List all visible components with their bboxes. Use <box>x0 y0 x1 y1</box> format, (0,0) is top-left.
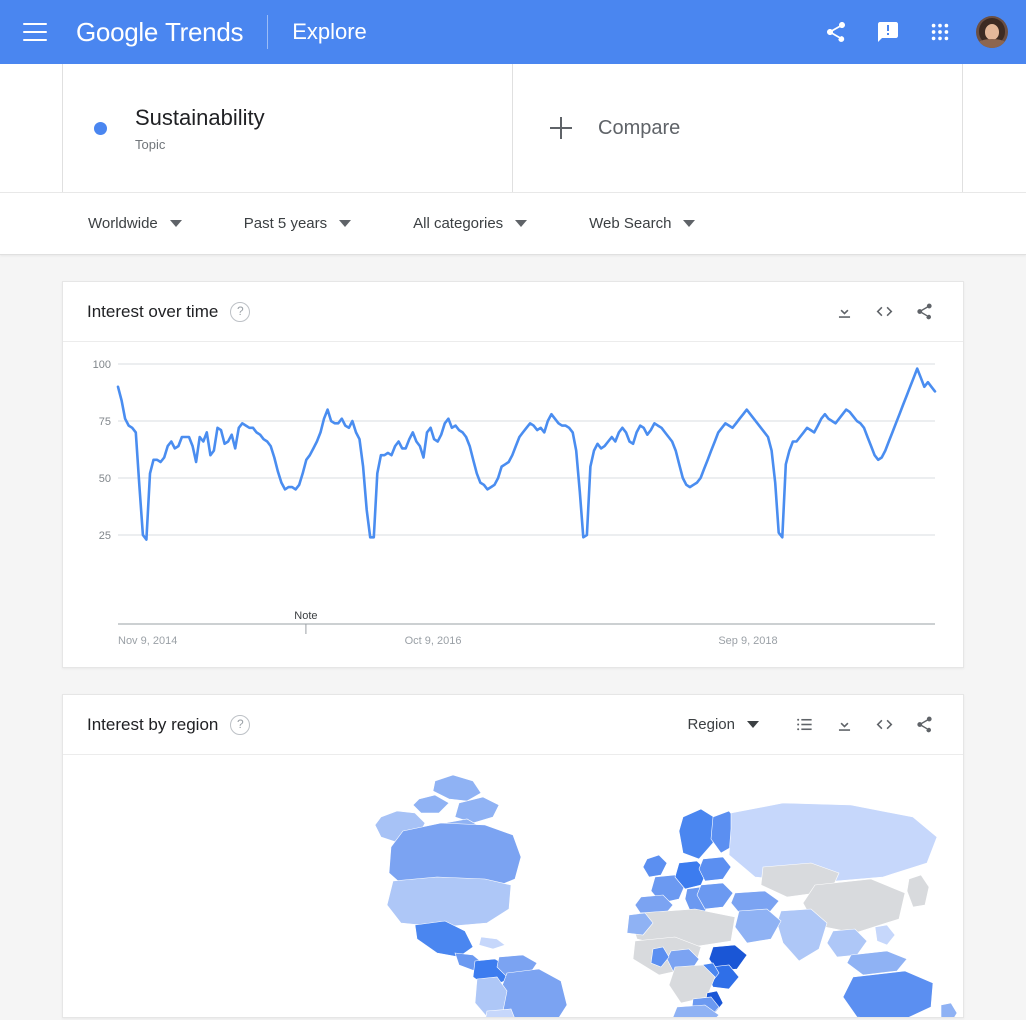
x-axis-labels: Nov 9, 2014 Oct 9, 2016 Sep 9, 2018 <box>118 635 778 647</box>
search-term-subtitle: Topic <box>135 136 166 152</box>
compare-label: Compare <box>598 116 681 139</box>
menu-line <box>23 31 47 33</box>
share-icon[interactable] <box>907 708 941 742</box>
brand-product: Trends <box>165 16 244 47</box>
country-mexico <box>414 920 474 958</box>
time-range-filter[interactable]: Past 5 years <box>243 215 352 232</box>
country-caribbean <box>478 936 506 950</box>
chevron-down-icon <box>169 220 182 227</box>
embed-icon[interactable] <box>867 708 901 742</box>
compare-button[interactable]: Compare <box>513 64 963 192</box>
chevron-down-icon <box>339 220 352 227</box>
category-filter-label: All categories <box>413 215 504 232</box>
download-icon[interactable] <box>827 708 861 742</box>
interest-over-time-actions <box>827 295 941 329</box>
search-type-filter-label: Web Search <box>589 215 672 232</box>
avatar-body <box>978 39 1006 48</box>
country-new-zealand <box>940 1002 958 1017</box>
share-icon[interactable] <box>812 8 860 56</box>
row-tail <box>963 64 1026 192</box>
note-label: Note <box>294 610 317 622</box>
country-canada-islands-2 <box>454 796 500 824</box>
country-united-kingdom <box>642 854 668 878</box>
avatar-face <box>985 24 999 40</box>
menu-line <box>23 23 47 25</box>
filter-bar: Worldwide Past 5 years All categories We… <box>0 193 1026 255</box>
svg-text:50: 50 <box>99 473 111 485</box>
interest-over-time-title: Interest over time <box>87 301 219 321</box>
time-series-svg: 100 75 50 25 Note Nov 9, 2014 Oct 9, 201… <box>93 359 937 647</box>
apps-grid-icon[interactable] <box>916 8 964 56</box>
search-term-text: Sustainability Topic <box>135 105 265 152</box>
map-countries <box>374 774 958 1017</box>
interest-over-time-header: Interest over time ? <box>63 282 963 342</box>
app-bar: Google Trends Explore <box>0 0 1026 64</box>
region-select-label: Region <box>687 716 735 733</box>
country-australia <box>842 970 934 1017</box>
chevron-down-icon <box>747 721 759 728</box>
svg-text:25: 25 <box>99 530 111 542</box>
interest-by-region-header: Interest by region ? Region <box>63 695 963 755</box>
svg-text:75: 75 <box>99 416 111 428</box>
help-icon[interactable]: ? <box>230 714 251 735</box>
search-term-card[interactable]: Sustainability Topic <box>63 64 513 192</box>
location-filter[interactable]: Worldwide <box>88 215 182 232</box>
svg-text:Sep 9, 2018: Sep 9, 2018 <box>718 635 777 647</box>
country-southeast-asia <box>826 928 868 958</box>
help-icon[interactable]: ? <box>230 301 251 322</box>
row-gutter <box>0 64 63 192</box>
country-canada-islands-3 <box>412 794 450 814</box>
chevron-down-icon <box>515 220 528 227</box>
chevron-down-icon <box>683 220 696 227</box>
search-type-filter[interactable]: Web Search <box>589 215 696 232</box>
svg-text:Nov 9, 2014: Nov 9, 2014 <box>118 635 177 647</box>
brand-google: Google <box>76 16 159 47</box>
interest-over-time-card: Interest over time ? 100 75 50 25 Note N… <box>62 281 964 668</box>
plus-icon <box>550 117 572 139</box>
country-indonesia <box>846 950 908 976</box>
interest-by-region-title: Interest by region <box>87 714 219 734</box>
feedback-icon[interactable] <box>864 8 912 56</box>
country-poland <box>698 856 732 882</box>
y-axis-labels: 100 75 50 25 <box>93 359 111 542</box>
interest-by-region-card: Interest by region ? Region <box>62 694 964 1018</box>
location-filter-label: Worldwide <box>88 215 158 232</box>
download-icon[interactable] <box>827 295 861 329</box>
country-middle-east <box>734 908 782 944</box>
svg-text:100: 100 <box>93 359 111 371</box>
app-bar-actions <box>812 8 1026 56</box>
interest-over-time-chart[interactable]: 100 75 50 25 Note Nov 9, 2014 Oct 9, 201… <box>63 342 963 667</box>
country-india <box>776 908 828 962</box>
menu-line <box>23 39 47 41</box>
region-select[interactable]: Region <box>687 716 759 733</box>
svg-text:Oct 9, 2016: Oct 9, 2016 <box>405 635 462 647</box>
search-term-title: Sustainability <box>135 104 265 130</box>
country-united-states <box>386 876 512 928</box>
interest-by-region-map[interactable] <box>63 755 963 1017</box>
interest-by-region-actions: Region <box>687 708 941 742</box>
avatar[interactable] <box>976 16 1008 48</box>
appbar-divider <box>267 15 269 49</box>
hamburger-menu-icon[interactable] <box>23 23 47 41</box>
country-japan <box>906 874 930 908</box>
list-view-icon[interactable] <box>787 708 821 742</box>
time-range-filter-label: Past 5 years <box>243 215 328 232</box>
gridlines <box>118 363 935 536</box>
category-filter[interactable]: All categories <box>413 215 528 232</box>
search-term-row: Sustainability Topic Compare <box>0 64 1026 193</box>
world-choropleth-svg <box>374 774 958 1017</box>
main-content: Interest over time ? 100 75 50 25 Note N… <box>0 281 1026 1018</box>
brand-logo[interactable]: Google Trends <box>76 16 244 48</box>
share-icon[interactable] <box>907 295 941 329</box>
trend-line <box>116 367 937 541</box>
country-canada-islands <box>432 774 482 802</box>
embed-icon[interactable] <box>867 295 901 329</box>
series-color-dot <box>94 121 107 135</box>
country-philippines <box>874 924 896 946</box>
section-title: Explore <box>292 19 367 44</box>
